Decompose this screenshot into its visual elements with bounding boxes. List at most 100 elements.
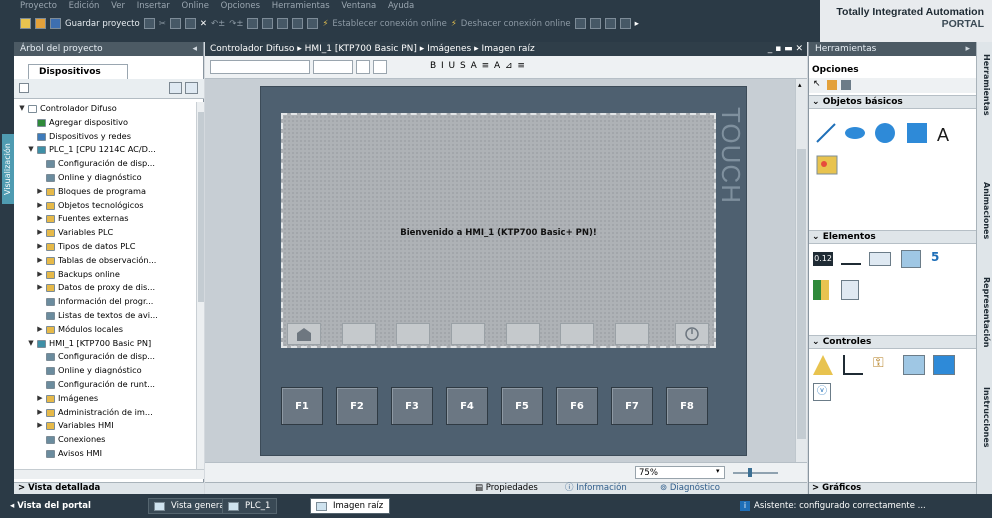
tree-item[interactable]: Conexiones (14, 433, 196, 447)
portal-view-button[interactable]: ◂ Vista del portal (10, 499, 91, 513)
menu-insert[interactable]: Insertar (137, 1, 170, 11)
function-key-f5[interactable]: F5 (501, 387, 543, 425)
compile-icon[interactable] (247, 18, 259, 29)
font-select[interactable] (210, 60, 310, 74)
tab-root-screen[interactable]: Imagen raíz (310, 498, 391, 514)
canvas-scroll-thumb[interactable] (797, 149, 806, 439)
go-online-button[interactable]: Establecer conexión online (332, 19, 446, 29)
tab-info[interactable]: ⓘ Información (565, 483, 627, 494)
collapsed-arrow-icon[interactable]: ▶ (36, 240, 44, 254)
basic-objects-palette[interactable]: A (813, 114, 973, 184)
tree-item[interactable]: ▶ Administración de im... (14, 406, 196, 420)
alarm-view-icon[interactable] (813, 355, 833, 375)
stop-simulation-icon[interactable] (307, 18, 319, 29)
tree-item[interactable]: Online y diagnóstico (14, 171, 196, 185)
toolbar-more-icon[interactable]: ▸ (635, 19, 639, 29)
style-dropdown[interactable] (373, 60, 387, 74)
go-online-icon[interactable]: ⚡ (322, 19, 328, 29)
split-vertical-icon[interactable] (619, 18, 631, 29)
tab-visualization[interactable]: Visualización (2, 134, 14, 204)
graphic-io-icon[interactable] (901, 250, 921, 268)
upload-icon[interactable] (277, 18, 289, 29)
zoom-slider-handle[interactable] (748, 468, 752, 477)
tree-item[interactable]: ▶ Bloques de programa (14, 185, 196, 199)
recipe-view-icon[interactable] (903, 355, 925, 375)
tree-item[interactable]: ▶ Imágenes (14, 392, 196, 406)
collapsed-arrow-icon[interactable]: ▶ (36, 406, 44, 420)
menu-online[interactable]: Online (182, 1, 209, 11)
tree-item[interactable]: ▶ Variables HMI (14, 419, 196, 433)
tree-item[interactable]: Información del progr... (14, 295, 196, 309)
print-icon[interactable] (143, 18, 155, 29)
tree-item[interactable]: ▼ PLC_1 [CPU 1214C AC/D... (14, 143, 196, 157)
redo-icon[interactable]: ↷± (229, 19, 243, 29)
cut-icon[interactable]: ✂ (159, 19, 166, 29)
screen-button-4[interactable] (451, 323, 485, 345)
collapsed-arrow-icon[interactable]: ▶ (36, 226, 44, 240)
tab-devices[interactable]: Dispositivos (28, 64, 128, 80)
switch-tool-icon[interactable] (841, 280, 859, 300)
tree-item[interactable]: ▶ Fuentes externas (14, 212, 196, 226)
tree-item[interactable]: Dispositivos y redes (14, 130, 196, 144)
expanded-arrow-icon[interactable]: ▼ (18, 102, 26, 116)
zoom-slider[interactable] (733, 472, 778, 474)
open-project-icon[interactable] (35, 18, 46, 29)
screen-button-3[interactable] (396, 323, 430, 345)
cross-reference-icon[interactable] (589, 18, 601, 29)
welcome-text[interactable]: Bienvenido a HMI_1 (KTP700 Basic+ PN)! (283, 228, 714, 238)
add-to-view-icon[interactable] (185, 82, 198, 94)
user-view-icon[interactable]: ⚿ (873, 355, 893, 375)
bar-tool-icon[interactable] (813, 280, 829, 300)
expanded-arrow-icon[interactable]: ▼ (27, 143, 35, 157)
screen-button-5[interactable] (506, 323, 540, 345)
section-elements[interactable]: ⌄ Elementos (809, 230, 977, 244)
section-controls[interactable]: ⌄ Controles (809, 335, 977, 349)
tab-diagnostics[interactable]: ⊚ Diagnóstico (660, 483, 720, 494)
function-key-f2[interactable]: F2 (336, 387, 378, 425)
info-button[interactable] (675, 323, 709, 345)
tree-item[interactable]: Agregar dispositivo (14, 116, 196, 130)
screen-button-6[interactable] (560, 323, 594, 345)
screen-button-7[interactable] (615, 323, 649, 345)
tab-tools[interactable]: Herramientas (979, 54, 991, 116)
scroll-up-icon[interactable]: ▴ (798, 81, 802, 89)
collapsed-arrow-icon[interactable]: ▶ (36, 392, 44, 406)
function-key-f6[interactable]: F6 (556, 387, 598, 425)
go-offline-icon[interactable]: ⚡ (451, 19, 457, 29)
menu-project[interactable]: Proyecto (20, 1, 57, 11)
zoom-select[interactable]: 75% (635, 466, 725, 479)
function-key-f1[interactable]: F1 (281, 387, 323, 425)
section-basic-objects[interactable]: ⌄ Objetos básicos (809, 95, 977, 109)
menu-help[interactable]: Ayuda (388, 1, 414, 11)
copy-icon[interactable] (169, 18, 181, 29)
tree-item[interactable]: Configuración de runt... (14, 378, 196, 392)
tree-item[interactable]: ▶ Módulos locales (14, 323, 196, 337)
tree-scroll-thumb[interactable] (198, 112, 204, 302)
go-offline-button[interactable]: Deshacer conexión online (461, 19, 571, 29)
section-graphics[interactable]: > Gráficos (809, 482, 977, 494)
menu-window[interactable]: Ventana (341, 1, 376, 11)
menu-options[interactable]: Opciones (221, 1, 260, 11)
tree-view-icon[interactable] (19, 83, 29, 93)
tree-item[interactable]: Configuración de disp... (14, 350, 196, 364)
tree-horizontal-scrollbar[interactable] (14, 469, 204, 479)
tree-item[interactable]: ▶ Tipos de datos PLC (14, 240, 196, 254)
tab-instructions[interactable]: Instrucciones (979, 387, 991, 448)
tree-item[interactable]: ▼ Controlador Difuso (14, 102, 196, 116)
collapse-panel-icon[interactable]: ◂ (192, 42, 197, 56)
menu-edit[interactable]: Edición (69, 1, 100, 11)
tree-item[interactable]: Avisos HMI (14, 447, 196, 461)
system-diagnostics-icon[interactable] (933, 355, 955, 375)
function-key-f8[interactable]: F8 (666, 387, 708, 425)
tree-vertical-scrollbar[interactable] (196, 102, 204, 469)
screen-button-2[interactable] (342, 323, 376, 345)
new-project-icon[interactable] (20, 18, 31, 29)
diagnostics-view-icon[interactable]: ⓥ (813, 383, 831, 401)
tab-animations[interactable]: Animaciones (979, 182, 991, 239)
canvas-vertical-scrollbar[interactable]: ▴ (795, 79, 807, 462)
function-key-f7[interactable]: F7 (611, 387, 653, 425)
save-icon[interactable] (50, 18, 61, 29)
menu-view[interactable]: Ver (111, 1, 125, 11)
view-options-icon[interactable] (841, 80, 851, 90)
tree-item[interactable]: ▶ Tablas de observación... (14, 254, 196, 268)
